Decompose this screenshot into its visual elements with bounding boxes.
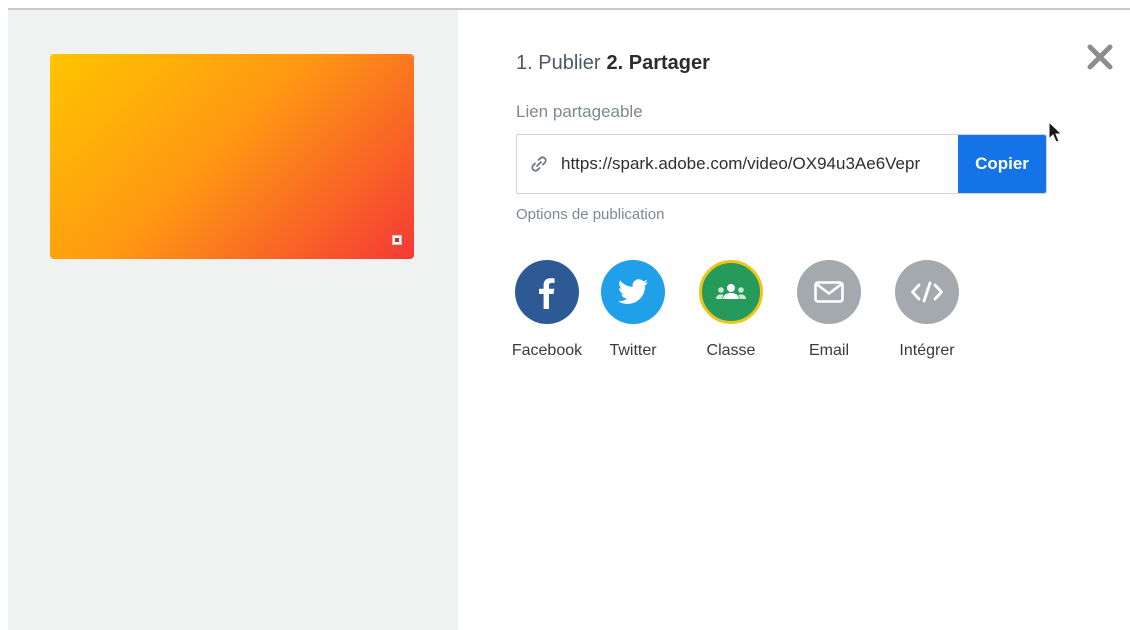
share-panel: 1. Publier 2. Partager Lien partageable …: [458, 10, 1130, 630]
close-icon[interactable]: [1084, 44, 1116, 76]
code-embed-icon[interactable]: [895, 260, 959, 324]
share-embed-button[interactable]: Intégrer: [878, 260, 976, 360]
facebook-icon[interactable]: [515, 260, 579, 324]
preview-panel: [8, 10, 458, 630]
share-twitter-button[interactable]: Twitter: [584, 260, 682, 360]
embed-label: Intégrer: [899, 342, 955, 359]
copy-button[interactable]: Copier: [958, 135, 1046, 193]
adobe-spark-badge-icon: [392, 235, 402, 245]
share-targets: Facebook Twitter Classe Email Intégrer: [510, 260, 976, 360]
share-facebook-button[interactable]: Facebook: [510, 260, 584, 360]
share-dialog: 1. Publier 2. Partager Lien partageable …: [8, 8, 1130, 630]
video-thumbnail: [50, 54, 414, 259]
share-url-input[interactable]: https://spark.adobe.com/video/OX94u3Ae6V…: [561, 135, 958, 193]
shareable-link-label: Lien partageable: [516, 102, 643, 121]
twitter-icon[interactable]: [601, 260, 665, 324]
email-label: Email: [808, 342, 849, 359]
share-email-button[interactable]: Email: [780, 260, 878, 360]
google-classroom-icon[interactable]: [699, 260, 763, 324]
link-icon: [517, 135, 561, 193]
envelope-icon[interactable]: [797, 260, 861, 324]
step-share[interactable]: 2. Partager: [607, 52, 710, 75]
facebook-label: Facebook: [511, 342, 583, 359]
twitter-label: Twitter: [609, 342, 657, 359]
classroom-label: Classe: [706, 342, 756, 359]
mouse-pointer-icon: [1048, 121, 1063, 143]
shareable-link-field: https://spark.adobe.com/video/OX94u3Ae6V…: [516, 134, 1047, 194]
step-indicator: 1. Publier 2. Partager: [516, 52, 710, 75]
publish-options-label: Options de publication: [516, 206, 665, 223]
step-publish[interactable]: 1. Publier: [516, 52, 601, 75]
share-classroom-button[interactable]: Classe: [682, 260, 780, 360]
